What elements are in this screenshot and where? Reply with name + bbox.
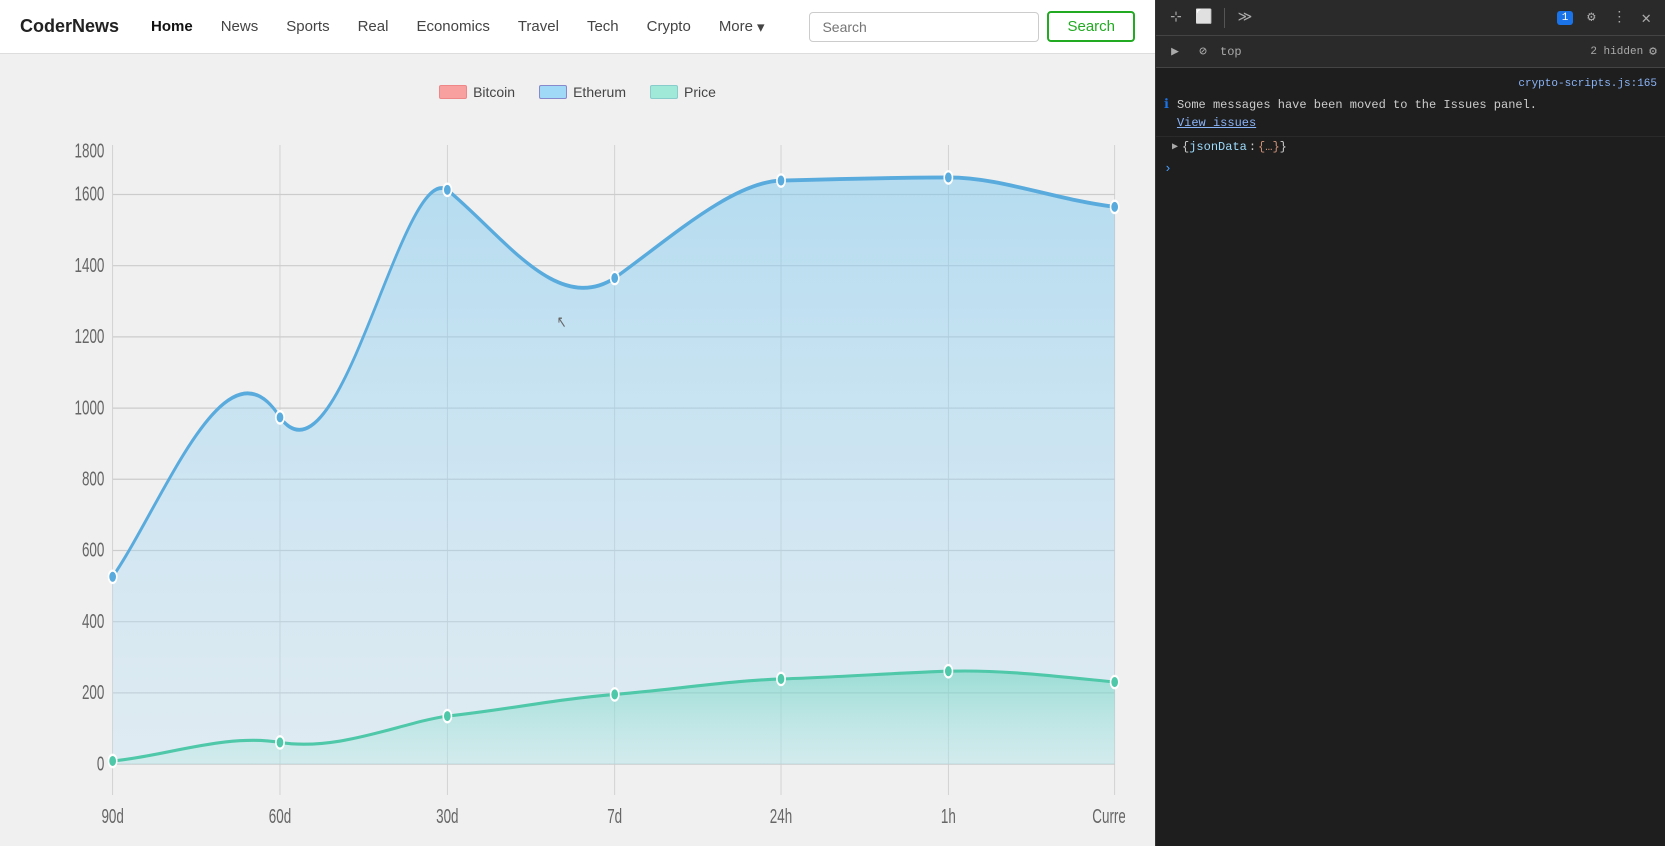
devtools-message-body: Some messages have been moved to the Iss… [1177,96,1657,132]
svg-text:1200: 1200 [75,325,105,347]
source-file-link[interactable]: crypto-scripts.js:165 [1518,78,1657,90]
expand-triangle-icon: ▶ [1172,141,1178,153]
svg-text:1800: 1800 [75,140,105,162]
more-label: More [719,18,753,35]
price-color-swatch [650,85,678,99]
main-page: CoderNews Home News Sports Real Economic… [0,0,1155,846]
console-prompt-row: › [1156,157,1665,180]
toolbar-divider-1 [1224,8,1225,28]
svg-text:1h: 1h [941,805,956,826]
svg-text:200: 200 [82,681,104,703]
bitcoin-color-swatch [439,85,467,99]
search-input[interactable] [809,12,1039,42]
devtools-toolbar: ⊹ ⬜ ≫ 1 ⚙ ⋮ ✕ [1156,0,1665,36]
chevron-right-icon[interactable]: ≫ [1233,6,1257,30]
object-colon: : [1249,140,1256,154]
nav-real[interactable]: Real [346,12,401,41]
devtools-subtoolbar: ▶ ⊘ top 2 hidden ⚙ [1156,36,1665,68]
svg-text:400: 400 [82,610,104,632]
message-text: Some messages have been moved to the Iss… [1177,98,1537,112]
object-value: {…} [1258,140,1280,154]
nav-sports[interactable]: Sports [274,12,341,41]
object-open-brace: { [1182,140,1189,154]
devtools-content: crypto-scripts.js:165 ℹ Some messages ha… [1156,68,1665,846]
svg-text:↖: ↖ [557,313,567,332]
nav-economics[interactable]: Economics [404,12,501,41]
nav-news[interactable]: News [209,12,271,41]
vertical-dots-icon[interactable]: ⋮ [1607,6,1631,30]
block-icon[interactable]: ⊘ [1192,41,1214,63]
chart-container: Bitcoin Etherum Price [0,54,1155,846]
subtoolbar-settings-icon[interactable]: ⚙ [1649,44,1657,59]
svg-text:1400: 1400 [75,254,105,276]
cursor-icon[interactable]: ⊹ [1164,6,1188,30]
search-button[interactable]: Search [1047,11,1135,42]
svg-text:0: 0 [97,753,104,775]
svg-text:600: 600 [82,539,104,561]
brand: CoderNews [20,16,119,37]
source-file-line: crypto-scripts.js:165 [1156,76,1665,92]
hidden-count: 2 hidden [1590,46,1643,58]
devtools-message-row: ℹ Some messages have been moved to the I… [1156,92,1665,137]
chart-area: 0 200 400 600 800 1000 1200 1400 1600 18… [30,114,1125,826]
nav-tech[interactable]: Tech [575,12,631,41]
bitcoin-label: Bitcoin [473,84,515,100]
svg-text:24h: 24h [770,805,792,826]
legend-etherum: Etherum [539,84,626,100]
devtools-panel: ⊹ ⬜ ≫ 1 ⚙ ⋮ ✕ ▶ ⊘ top 2 hidden ⚙ crypto-… [1155,0,1665,846]
svg-text:1000: 1000 [75,397,105,419]
view-issues-link[interactable]: View issues [1177,116,1256,130]
play-icon[interactable]: ▶ [1164,41,1186,63]
svg-text:7d: 7d [607,805,622,826]
inspect-icon[interactable]: ⬜ [1192,6,1216,30]
chevron-down-icon: ▾ [757,18,765,36]
svg-text:90d: 90d [101,805,123,826]
svg-text:Current: Current [1092,805,1125,826]
legend-price: Price [650,84,716,100]
gear-icon[interactable]: ⚙ [1579,6,1603,30]
object-close-brace: } [1280,140,1287,154]
search-area: Search [809,11,1135,42]
svg-text:30d: 30d [436,805,458,826]
close-icon[interactable]: ✕ [1635,6,1657,30]
svg-text:800: 800 [82,468,104,490]
chart-legend: Bitcoin Etherum Price [30,84,1125,100]
console-prompt-icon: › [1164,161,1172,176]
crypto-chart: 0 200 400 600 800 1000 1200 1400 1600 18… [30,114,1125,826]
price-label: Price [684,84,716,100]
etherum-color-swatch [539,85,567,99]
filter-text[interactable]: top [1220,45,1584,59]
info-icon: ℹ [1164,97,1169,112]
nav-home[interactable]: Home [139,12,205,41]
object-key: jsonData [1189,140,1247,154]
nav-links: Home News Sports Real Economics Travel T… [139,12,809,42]
etherum-label: Etherum [573,84,626,100]
nav-more-dropdown[interactable]: More ▾ [707,12,777,42]
navbar: CoderNews Home News Sports Real Economic… [0,0,1155,54]
json-data-object-row[interactable]: ▶ { jsonData : {…} } [1156,137,1665,157]
legend-bitcoin: Bitcoin [439,84,515,100]
nav-crypto[interactable]: Crypto [635,12,703,41]
message-count-badge: 1 [1557,11,1574,25]
svg-text:60d: 60d [269,805,291,826]
svg-text:1600: 1600 [75,183,105,205]
nav-travel[interactable]: Travel [506,12,571,41]
